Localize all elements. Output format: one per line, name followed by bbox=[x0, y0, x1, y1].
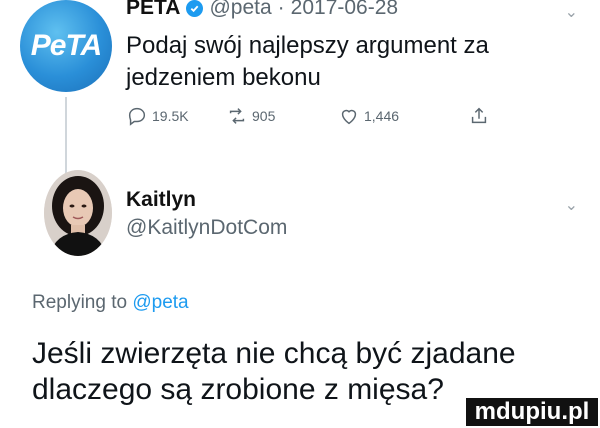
tweet-date[interactable]: 2017-06-28 bbox=[291, 0, 398, 20]
like-button[interactable]: 1,446 bbox=[338, 105, 468, 127]
kaitlyn-avatar[interactable] bbox=[44, 170, 112, 256]
share-icon bbox=[471, 107, 487, 124]
replying-prefix: Replying to bbox=[32, 292, 128, 313]
reply-icon bbox=[128, 107, 146, 126]
tweet-header: PETA @peta · 2017-06-28 bbox=[126, 0, 398, 20]
author-name[interactable]: PETA bbox=[126, 0, 180, 20]
replying-mention-link[interactable]: @peta bbox=[132, 292, 188, 313]
thread-line bbox=[65, 97, 67, 175]
verified-badge-icon bbox=[186, 0, 204, 17]
reply-author-name[interactable]: Kaitlyn bbox=[126, 188, 196, 212]
author-handle[interactable]: @peta bbox=[209, 0, 271, 20]
replying-to: Replying to @peta bbox=[32, 292, 189, 314]
retweet-count: 905 bbox=[252, 108, 276, 124]
reply-author-handle[interactable]: @KaitlynDotCom bbox=[126, 216, 287, 240]
tweet-menu-chevron-icon[interactable]: ⌄ bbox=[565, 2, 578, 22]
reply-menu-chevron-icon[interactable]: ⌄ bbox=[565, 195, 578, 215]
heart-icon bbox=[341, 109, 357, 125]
tweet-actions: 19.5K 905 1,446 bbox=[126, 105, 490, 127]
reply-button[interactable]: 19.5K bbox=[126, 105, 226, 127]
tweet-text: Podaj swój najlepszy argument za jedzeni… bbox=[126, 32, 489, 91]
retweet-icon bbox=[229, 108, 245, 124]
like-count: 1,446 bbox=[364, 108, 400, 124]
retweet-button[interactable]: 905 bbox=[226, 105, 338, 127]
peta-avatar[interactable]: PeTA bbox=[20, 0, 112, 92]
share-button[interactable] bbox=[468, 105, 490, 127]
peta-logo-text: PeTA bbox=[30, 29, 102, 62]
meta-separator: · bbox=[277, 0, 285, 19]
watermark: mdupiu.pl bbox=[466, 398, 598, 426]
reply-count: 19.5K bbox=[152, 108, 189, 124]
